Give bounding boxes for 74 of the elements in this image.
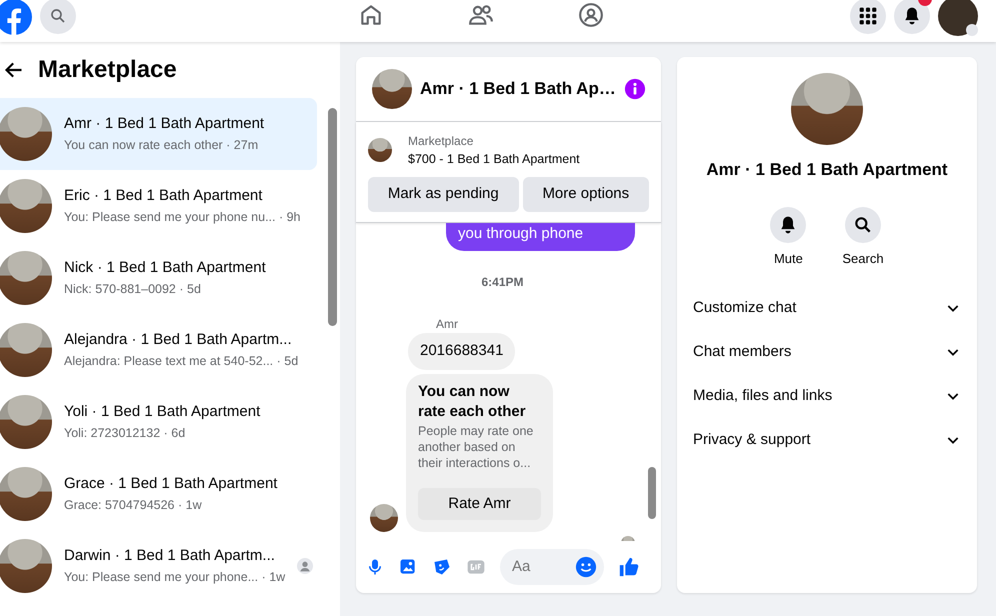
photo-placeholder bbox=[0, 323, 52, 377]
section-item[interactable]: Media, files and links bbox=[677, 374, 977, 418]
mute-button[interactable] bbox=[770, 206, 806, 242]
conversation-preview: Grace: 5704794526 · 1w bbox=[64, 496, 203, 514]
section-item[interactable]: Chat members bbox=[677, 330, 977, 374]
conversation-preview: Nick: 570-881–0092 · 5d bbox=[64, 280, 202, 298]
conversation-title: Amr · 1 Bed 1 Bath Apartment bbox=[64, 114, 266, 134]
action-label: Mute bbox=[774, 250, 803, 268]
listing-label: Marketplace bbox=[408, 133, 474, 150]
sidebar-title: Marketplace bbox=[38, 55, 177, 85]
grid-icon bbox=[858, 6, 878, 26]
photo-placeholder bbox=[0, 467, 52, 521]
conversation-item[interactable]: Grace · 1 Bed 1 Bath Apartment Grace: 5704794526 · 1w bbox=[0, 458, 317, 530]
conversation-preview: You can now rate each other · 27m bbox=[64, 136, 260, 154]
conversation-title: Alejandra · 1 Bed 1 Bath Apartm... bbox=[64, 330, 293, 350]
section-label: Customize chat bbox=[693, 298, 796, 318]
thumbs-up-icon[interactable] bbox=[618, 556, 640, 578]
photo-placeholder bbox=[370, 504, 398, 532]
details-title: Amr · 1 Bed 1 Bath Apartment bbox=[706, 159, 948, 181]
photo-placeholder bbox=[0, 395, 52, 449]
search-icon bbox=[49, 7, 67, 25]
action-label: Search bbox=[842, 250, 884, 268]
conversation-preview: You: Please send me your phone nu... · 9h bbox=[64, 208, 302, 226]
scrollbar-thumb[interactable] bbox=[648, 466, 656, 519]
conversation-item[interactable]: Eric · 1 Bed 1 Bath Apartment You: Please send me your phone nu... · 9h bbox=[0, 170, 317, 242]
logo-icon[interactable] bbox=[0, 0, 32, 35]
conversation-title: Darwin · 1 Bed 1 Bath Apartm... bbox=[64, 546, 276, 566]
account-button[interactable] bbox=[938, 0, 978, 36]
rating-title: You can now rate each other bbox=[418, 382, 527, 422]
conversation-title: Grace · 1 Bed 1 Bath Apartment bbox=[64, 474, 278, 494]
photo-placeholder bbox=[0, 107, 52, 161]
microphone-icon[interactable] bbox=[366, 556, 384, 577]
emoji-icon[interactable] bbox=[575, 556, 597, 578]
conversation-item[interactable]: Amr · 1 Bed 1 Bath Apartment You can now rate each other · 27m bbox=[0, 98, 317, 170]
back-arrow-icon[interactable] bbox=[4, 60, 24, 80]
conversation-item[interactable]: Alejandra · 1 Bed 1 Bath Apartm... Alejandra: Please text me at 540-52... · 5d bbox=[0, 314, 317, 386]
section-item[interactable]: Privacy & support bbox=[677, 418, 977, 462]
mark-pending-button[interactable]: Mark as pending bbox=[368, 176, 519, 212]
listing-title: $700 - 1 Bed 1 Bath Apartment bbox=[408, 151, 580, 168]
group-icon[interactable] bbox=[578, 2, 604, 28]
section-label: Chat members bbox=[693, 342, 792, 362]
section-label: Media, files and links bbox=[693, 386, 832, 406]
incoming-message: 2016688341 bbox=[408, 333, 516, 370]
message-time: 6:41PM bbox=[480, 274, 525, 292]
sticker-icon[interactable] bbox=[432, 556, 452, 577]
outgoing-message: you through phone bbox=[446, 222, 635, 252]
conversation-preview: Alejandra: Please text me at 540-52... · 5d bbox=[64, 352, 300, 370]
search-button[interactable] bbox=[844, 206, 881, 242]
section-item[interactable]: Customize chat bbox=[677, 286, 977, 330]
conversation-preview: Yoli: 2723012132 · 6d bbox=[64, 424, 186, 442]
photo-placeholder bbox=[0, 539, 52, 593]
search-icon bbox=[852, 214, 873, 234]
conversation-item[interactable]: Yoli · 1 Bed 1 Bath Apartment Yoli: 2723012132 · 6d bbox=[0, 386, 317, 458]
sender-name: Amr bbox=[436, 316, 459, 334]
conversation-title: Nick · 1 Bed 1 Bath Apartment bbox=[64, 258, 267, 278]
conversation-item[interactable]: Darwin · 1 Bed 1 Bath Apartm... You: Please send me your phone... · 1w bbox=[0, 530, 317, 602]
menu-button[interactable] bbox=[850, 0, 886, 34]
conversation-preview: You: Please send me your phone... · 1w bbox=[64, 568, 285, 586]
photo-placeholder bbox=[372, 69, 412, 109]
notifications-button[interactable] bbox=[894, 0, 930, 34]
section-label: Privacy & support bbox=[693, 430, 811, 450]
photo-placeholder bbox=[368, 138, 392, 162]
scrollbar-thumb[interactable] bbox=[328, 108, 337, 326]
rating-text: People may rate one another based on their interactions o... bbox=[418, 424, 534, 472]
conversation-item[interactable]: Nick · 1 Bed 1 Bath Apartment Nick: 570-881–0092 · 5d bbox=[0, 242, 317, 314]
more-options-button[interactable]: More options bbox=[522, 176, 649, 212]
message-field[interactable]: Aa bbox=[500, 548, 604, 585]
photo-placeholder bbox=[0, 251, 52, 305]
rate-button[interactable]: Rate Amr bbox=[418, 488, 541, 520]
conversation-title: Eric · 1 Bed 1 Bath Apartment bbox=[64, 186, 264, 206]
chat-title: Amr · 1 Bed 1 Bath Ap… bbox=[420, 78, 616, 100]
info-icon[interactable] bbox=[624, 78, 646, 100]
photo-placeholder bbox=[0, 179, 52, 233]
conversation-title: Yoli · 1 Bed 1 Bath Apartment bbox=[64, 402, 262, 422]
